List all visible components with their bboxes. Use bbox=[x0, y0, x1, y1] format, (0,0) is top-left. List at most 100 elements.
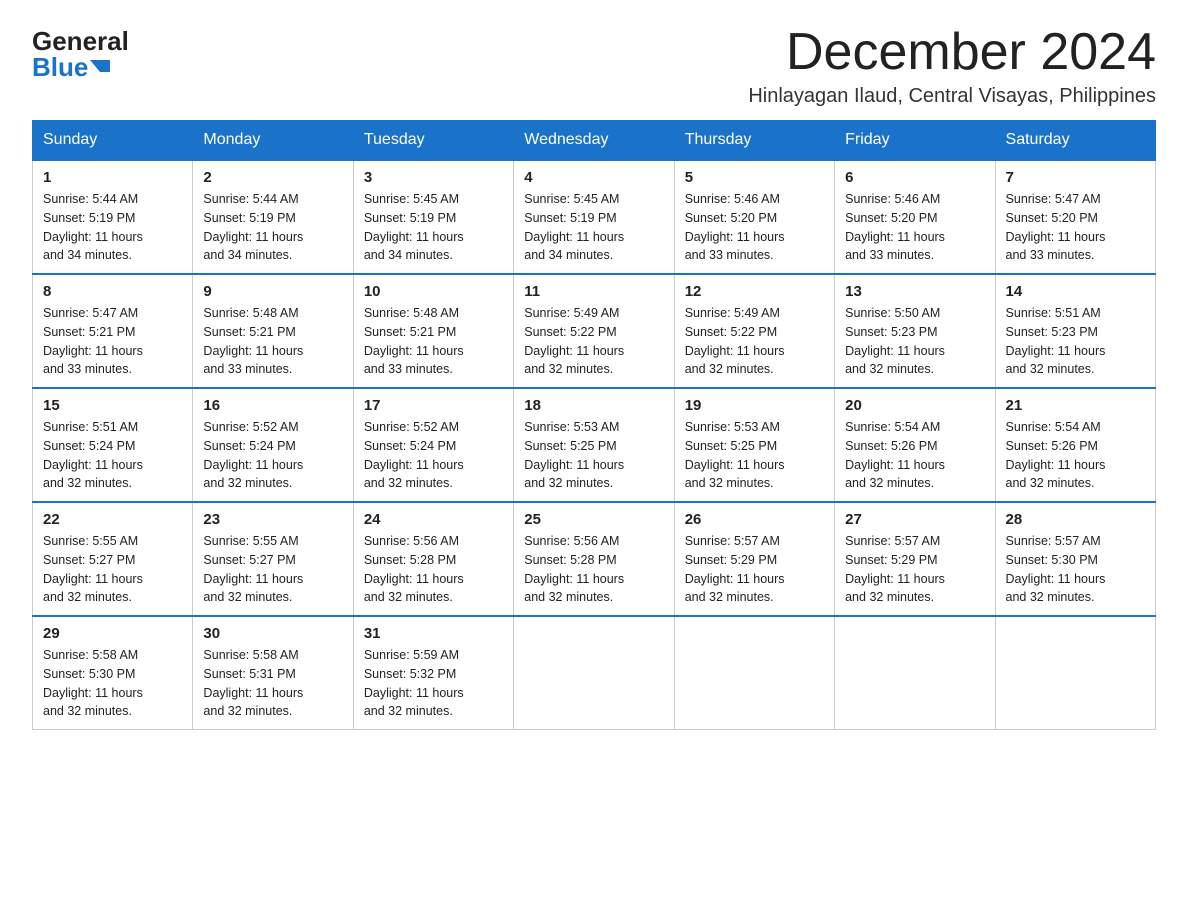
day-info: Sunrise: 5:59 AM Sunset: 5:32 PM Dayligh… bbox=[364, 646, 503, 721]
day-number: 17 bbox=[364, 397, 503, 414]
day-info: Sunrise: 5:53 AM Sunset: 5:25 PM Dayligh… bbox=[685, 418, 824, 493]
calendar-cell: 24 Sunrise: 5:56 AM Sunset: 5:28 PM Dayl… bbox=[353, 502, 513, 616]
calendar-cell: 9 Sunrise: 5:48 AM Sunset: 5:21 PM Dayli… bbox=[193, 274, 353, 388]
day-info: Sunrise: 5:44 AM Sunset: 5:19 PM Dayligh… bbox=[203, 190, 342, 265]
day-info: Sunrise: 5:48 AM Sunset: 5:21 PM Dayligh… bbox=[203, 304, 342, 379]
day-info: Sunrise: 5:52 AM Sunset: 5:24 PM Dayligh… bbox=[203, 418, 342, 493]
calendar-cell: 15 Sunrise: 5:51 AM Sunset: 5:24 PM Dayl… bbox=[33, 388, 193, 502]
calendar-cell: 22 Sunrise: 5:55 AM Sunset: 5:27 PM Dayl… bbox=[33, 502, 193, 616]
week-row-1: 1 Sunrise: 5:44 AM Sunset: 5:19 PM Dayli… bbox=[33, 160, 1156, 274]
day-info: Sunrise: 5:52 AM Sunset: 5:24 PM Dayligh… bbox=[364, 418, 503, 493]
day-info: Sunrise: 5:47 AM Sunset: 5:21 PM Dayligh… bbox=[43, 304, 182, 379]
day-number: 26 bbox=[685, 511, 824, 528]
day-number: 10 bbox=[364, 283, 503, 300]
day-number: 24 bbox=[364, 511, 503, 528]
logo: General Blue bbox=[32, 28, 129, 80]
day-info: Sunrise: 5:51 AM Sunset: 5:23 PM Dayligh… bbox=[1006, 304, 1145, 379]
col-header-wednesday: Wednesday bbox=[514, 121, 674, 161]
col-header-tuesday: Tuesday bbox=[353, 121, 513, 161]
calendar-cell: 29 Sunrise: 5:58 AM Sunset: 5:30 PM Dayl… bbox=[33, 616, 193, 730]
day-number: 3 bbox=[364, 169, 503, 186]
week-row-2: 8 Sunrise: 5:47 AM Sunset: 5:21 PM Dayli… bbox=[33, 274, 1156, 388]
location-subtitle: Hinlayagan Ilaud, Central Visayas, Phili… bbox=[748, 85, 1156, 108]
calendar-cell: 2 Sunrise: 5:44 AM Sunset: 5:19 PM Dayli… bbox=[193, 160, 353, 274]
day-number: 29 bbox=[43, 625, 182, 642]
day-number: 22 bbox=[43, 511, 182, 528]
day-number: 9 bbox=[203, 283, 342, 300]
calendar-cell: 3 Sunrise: 5:45 AM Sunset: 5:19 PM Dayli… bbox=[353, 160, 513, 274]
logo-general-text: General bbox=[32, 28, 129, 54]
day-number: 28 bbox=[1006, 511, 1145, 528]
day-info: Sunrise: 5:50 AM Sunset: 5:23 PM Dayligh… bbox=[845, 304, 984, 379]
day-number: 31 bbox=[364, 625, 503, 642]
calendar-cell: 4 Sunrise: 5:45 AM Sunset: 5:19 PM Dayli… bbox=[514, 160, 674, 274]
day-number: 8 bbox=[43, 283, 182, 300]
day-info: Sunrise: 5:45 AM Sunset: 5:19 PM Dayligh… bbox=[364, 190, 503, 265]
day-number: 7 bbox=[1006, 169, 1145, 186]
day-number: 13 bbox=[845, 283, 984, 300]
day-number: 15 bbox=[43, 397, 182, 414]
day-info: Sunrise: 5:49 AM Sunset: 5:22 PM Dayligh… bbox=[524, 304, 663, 379]
col-header-monday: Monday bbox=[193, 121, 353, 161]
day-info: Sunrise: 5:58 AM Sunset: 5:31 PM Dayligh… bbox=[203, 646, 342, 721]
day-header-row: SundayMondayTuesdayWednesdayThursdayFrid… bbox=[33, 121, 1156, 161]
calendar-cell: 13 Sunrise: 5:50 AM Sunset: 5:23 PM Dayl… bbox=[835, 274, 995, 388]
day-info: Sunrise: 5:46 AM Sunset: 5:20 PM Dayligh… bbox=[685, 190, 824, 265]
calendar-cell: 20 Sunrise: 5:54 AM Sunset: 5:26 PM Dayl… bbox=[835, 388, 995, 502]
title-block: December 2024 Hinlayagan Ilaud, Central … bbox=[748, 24, 1156, 108]
week-row-4: 22 Sunrise: 5:55 AM Sunset: 5:27 PM Dayl… bbox=[33, 502, 1156, 616]
week-row-5: 29 Sunrise: 5:58 AM Sunset: 5:30 PM Dayl… bbox=[33, 616, 1156, 730]
day-number: 23 bbox=[203, 511, 342, 528]
calendar-cell: 18 Sunrise: 5:53 AM Sunset: 5:25 PM Dayl… bbox=[514, 388, 674, 502]
calendar-cell: 23 Sunrise: 5:55 AM Sunset: 5:27 PM Dayl… bbox=[193, 502, 353, 616]
day-info: Sunrise: 5:47 AM Sunset: 5:20 PM Dayligh… bbox=[1006, 190, 1145, 265]
day-number: 4 bbox=[524, 169, 663, 186]
day-number: 2 bbox=[203, 169, 342, 186]
day-number: 20 bbox=[845, 397, 984, 414]
calendar-cell: 7 Sunrise: 5:47 AM Sunset: 5:20 PM Dayli… bbox=[995, 160, 1155, 274]
day-info: Sunrise: 5:53 AM Sunset: 5:25 PM Dayligh… bbox=[524, 418, 663, 493]
day-info: Sunrise: 5:57 AM Sunset: 5:29 PM Dayligh… bbox=[685, 532, 824, 607]
calendar-cell: 11 Sunrise: 5:49 AM Sunset: 5:22 PM Dayl… bbox=[514, 274, 674, 388]
day-number: 27 bbox=[845, 511, 984, 528]
calendar-cell: 6 Sunrise: 5:46 AM Sunset: 5:20 PM Dayli… bbox=[835, 160, 995, 274]
calendar-cell: 14 Sunrise: 5:51 AM Sunset: 5:23 PM Dayl… bbox=[995, 274, 1155, 388]
calendar-cell bbox=[514, 616, 674, 730]
day-number: 21 bbox=[1006, 397, 1145, 414]
calendar-table: SundayMondayTuesdayWednesdayThursdayFrid… bbox=[32, 120, 1156, 730]
day-info: Sunrise: 5:57 AM Sunset: 5:29 PM Dayligh… bbox=[845, 532, 984, 607]
week-row-3: 15 Sunrise: 5:51 AM Sunset: 5:24 PM Dayl… bbox=[33, 388, 1156, 502]
calendar-cell: 31 Sunrise: 5:59 AM Sunset: 5:32 PM Dayl… bbox=[353, 616, 513, 730]
calendar-cell: 1 Sunrise: 5:44 AM Sunset: 5:19 PM Dayli… bbox=[33, 160, 193, 274]
calendar-cell: 30 Sunrise: 5:58 AM Sunset: 5:31 PM Dayl… bbox=[193, 616, 353, 730]
day-info: Sunrise: 5:55 AM Sunset: 5:27 PM Dayligh… bbox=[203, 532, 342, 607]
day-number: 1 bbox=[43, 169, 182, 186]
calendar-cell: 8 Sunrise: 5:47 AM Sunset: 5:21 PM Dayli… bbox=[33, 274, 193, 388]
day-info: Sunrise: 5:54 AM Sunset: 5:26 PM Dayligh… bbox=[845, 418, 984, 493]
day-info: Sunrise: 5:56 AM Sunset: 5:28 PM Dayligh… bbox=[364, 532, 503, 607]
calendar-cell: 5 Sunrise: 5:46 AM Sunset: 5:20 PM Dayli… bbox=[674, 160, 834, 274]
day-info: Sunrise: 5:57 AM Sunset: 5:30 PM Dayligh… bbox=[1006, 532, 1145, 607]
day-info: Sunrise: 5:55 AM Sunset: 5:27 PM Dayligh… bbox=[43, 532, 182, 607]
col-header-thursday: Thursday bbox=[674, 121, 834, 161]
day-info: Sunrise: 5:49 AM Sunset: 5:22 PM Dayligh… bbox=[685, 304, 824, 379]
logo-triangle-icon bbox=[90, 60, 110, 72]
logo-blue-text: Blue bbox=[32, 54, 110, 80]
day-number: 5 bbox=[685, 169, 824, 186]
day-number: 25 bbox=[524, 511, 663, 528]
day-number: 16 bbox=[203, 397, 342, 414]
calendar-cell: 27 Sunrise: 5:57 AM Sunset: 5:29 PM Dayl… bbox=[835, 502, 995, 616]
calendar-cell: 28 Sunrise: 5:57 AM Sunset: 5:30 PM Dayl… bbox=[995, 502, 1155, 616]
col-header-friday: Friday bbox=[835, 121, 995, 161]
calendar-cell bbox=[674, 616, 834, 730]
calendar-cell: 19 Sunrise: 5:53 AM Sunset: 5:25 PM Dayl… bbox=[674, 388, 834, 502]
calendar-cell: 12 Sunrise: 5:49 AM Sunset: 5:22 PM Dayl… bbox=[674, 274, 834, 388]
day-info: Sunrise: 5:58 AM Sunset: 5:30 PM Dayligh… bbox=[43, 646, 182, 721]
day-info: Sunrise: 5:46 AM Sunset: 5:20 PM Dayligh… bbox=[845, 190, 984, 265]
calendar-cell bbox=[995, 616, 1155, 730]
calendar-cell bbox=[835, 616, 995, 730]
day-number: 6 bbox=[845, 169, 984, 186]
col-header-saturday: Saturday bbox=[995, 121, 1155, 161]
day-info: Sunrise: 5:44 AM Sunset: 5:19 PM Dayligh… bbox=[43, 190, 182, 265]
day-number: 14 bbox=[1006, 283, 1145, 300]
